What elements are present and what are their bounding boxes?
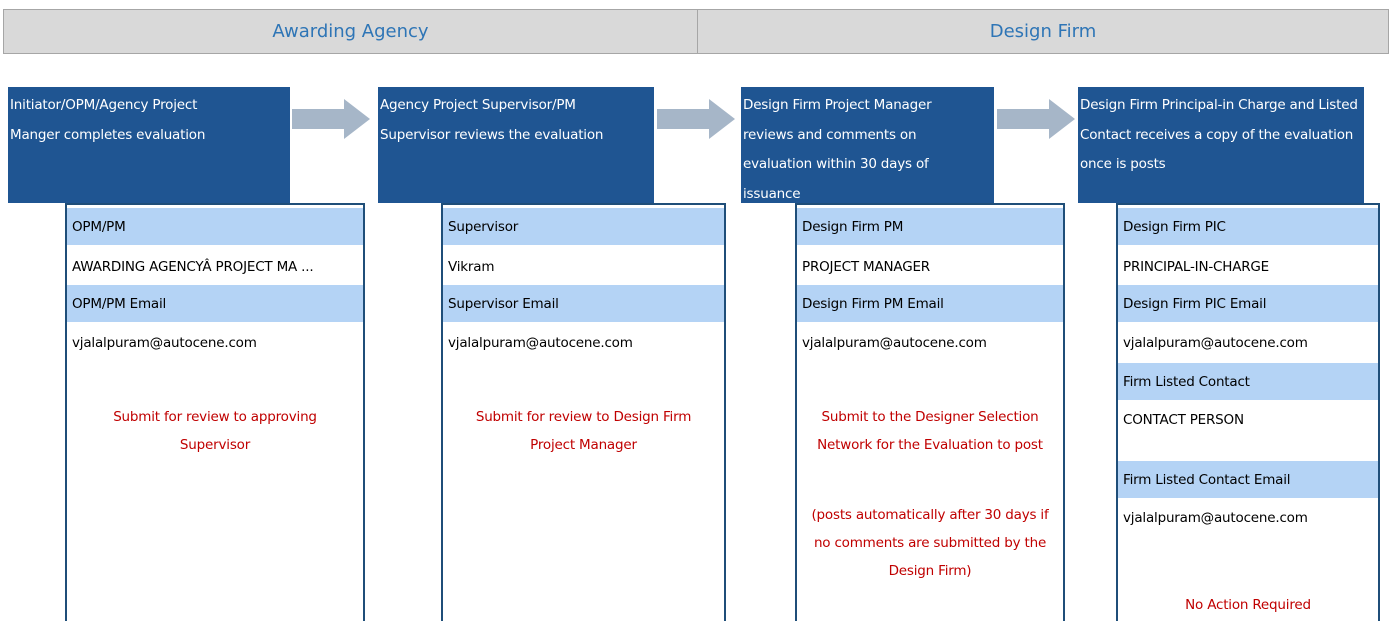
step-4-box: Design Firm Principal-in Charge and List… bbox=[1078, 87, 1364, 203]
opm-card: OPM/PM AWARDING AGENCYÂ PROJECT MA ... O… bbox=[65, 203, 365, 621]
design-firm-pm-value: PROJECT MANAGER bbox=[802, 258, 930, 275]
arrow-right-icon bbox=[292, 99, 370, 139]
step-2-box: Agency Project Supervisor/PM Supervisor … bbox=[378, 87, 654, 203]
firm-listed-contact-email-label: Firm Listed Contact Email bbox=[1118, 461, 1378, 498]
awarding-agency-header: Awarding Agency bbox=[3, 9, 698, 54]
design-firm-pm-instruction-note: Submit to the Designer Selection Network… bbox=[817, 409, 1043, 453]
opm-pm-label: OPM/PM bbox=[67, 208, 363, 245]
design-firm-pic-value: PRINCIPAL-IN-CHARGE bbox=[1123, 258, 1270, 275]
firm-listed-contact-email-value: vjalalpuram@autocene.com bbox=[1123, 509, 1308, 526]
supervisor-value: Vikram bbox=[448, 258, 495, 275]
design-firm-pic-label: Design Firm PIC bbox=[1118, 208, 1378, 245]
design-firm-pic-email-value: vjalalpuram@autocene.com bbox=[1123, 334, 1308, 351]
supervisor-label: Supervisor bbox=[443, 208, 724, 245]
supervisor-card: Supervisor Vikram Supervisor Email vjala… bbox=[441, 203, 726, 621]
no-action-note: No Action Required bbox=[1185, 597, 1311, 613]
design-firm-pm-email-value: vjalalpuram@autocene.com bbox=[802, 334, 987, 351]
step-1-box: Initiator/OPM/Agency Project Manger comp… bbox=[8, 87, 290, 203]
step-3-box: Design Firm Project Manager reviews and … bbox=[741, 87, 994, 203]
design-firm-pm-label: Design Firm PM bbox=[797, 208, 1063, 245]
opm-pm-value: AWARDING AGENCYÂ PROJECT MA ... bbox=[72, 258, 314, 275]
supervisor-instruction-note: Submit for review to Design Firm Project… bbox=[475, 409, 692, 453]
design-firm-pm-email-label: Design Firm PM Email bbox=[797, 285, 1063, 322]
firm-listed-contact-value: CONTACT PERSON bbox=[1123, 411, 1244, 428]
arrow-right-icon bbox=[657, 99, 735, 139]
supervisor-email-label: Supervisor Email bbox=[443, 285, 724, 322]
design-firm-pic-email-label: Design Firm PIC Email bbox=[1118, 285, 1378, 322]
design-firm-pic-card: Design Firm PIC PRINCIPAL-IN-CHARGE Desi… bbox=[1116, 203, 1380, 621]
opm-instruction-note: Submit for review to approving Superviso… bbox=[113, 409, 317, 453]
opm-pm-email-value: vjalalpuram@autocene.com bbox=[72, 334, 257, 351]
firm-listed-contact-label: Firm Listed Contact bbox=[1118, 363, 1378, 400]
design-firm-pm-card: Design Firm PM PROJECT MANAGER Design Fi… bbox=[795, 203, 1065, 621]
design-firm-pm-auto-post-note: (posts automatically after 30 days if no… bbox=[811, 507, 1049, 579]
arrow-right-icon bbox=[997, 99, 1075, 139]
supervisor-email-value: vjalalpuram@autocene.com bbox=[448, 334, 633, 351]
design-firm-header: Design Firm bbox=[697, 9, 1389, 54]
opm-pm-email-label: OPM/PM Email bbox=[67, 285, 363, 322]
